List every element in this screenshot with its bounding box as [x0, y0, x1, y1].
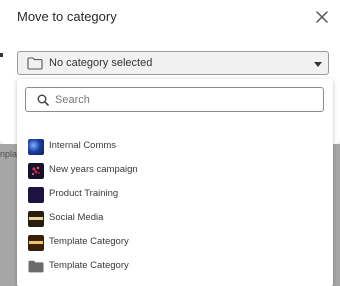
- list-item-new-years-campaign[interactable]: New years campaign: [17, 160, 333, 182]
- list-item-template-category[interactable]: Template Category: [17, 232, 333, 254]
- folder-icon: [28, 260, 44, 273]
- close-button[interactable]: [313, 8, 331, 26]
- category-thumbnail: [28, 235, 44, 251]
- category-thumbnail: [28, 163, 44, 179]
- list-item-label: Internal Comms: [49, 140, 117, 151]
- template-image: [29, 241, 43, 244]
- social-media-image: [29, 217, 43, 220]
- list-item-product-training[interactable]: Product Training: [17, 184, 333, 206]
- list-item-label: Template Category: [49, 236, 129, 247]
- search-input[interactable]: [55, 91, 315, 108]
- background-edge-fragment: [0, 53, 3, 57]
- select-value: No category selected: [49, 57, 153, 69]
- search-icon: [37, 94, 49, 106]
- list-item-label: New years campaign: [49, 164, 138, 175]
- list-item-label: Template Category: [49, 260, 129, 271]
- modal-title: Move to category: [17, 9, 117, 24]
- close-icon: [316, 11, 328, 23]
- category-thumbnail: [28, 187, 44, 203]
- list-item-label: Social Media: [49, 212, 104, 223]
- folder-icon: [27, 57, 43, 70]
- category-thumbnail: [28, 211, 44, 227]
- category-select[interactable]: No category selected: [17, 51, 329, 75]
- list-item-label: Product Training: [49, 188, 119, 199]
- list-item-template-category-folder[interactable]: Template Category: [17, 256, 333, 278]
- search-field[interactable]: [25, 87, 324, 112]
- category-dropdown: Internal Comms New years campaign Produc…: [17, 79, 333, 286]
- category-thumbnail: [28, 139, 44, 155]
- list-item-social-media[interactable]: Social Media: [17, 208, 333, 230]
- list-item-internal-comms[interactable]: Internal Comms: [17, 136, 333, 158]
- chevron-down-icon: [314, 62, 322, 67]
- fireworks-image: [32, 166, 40, 175]
